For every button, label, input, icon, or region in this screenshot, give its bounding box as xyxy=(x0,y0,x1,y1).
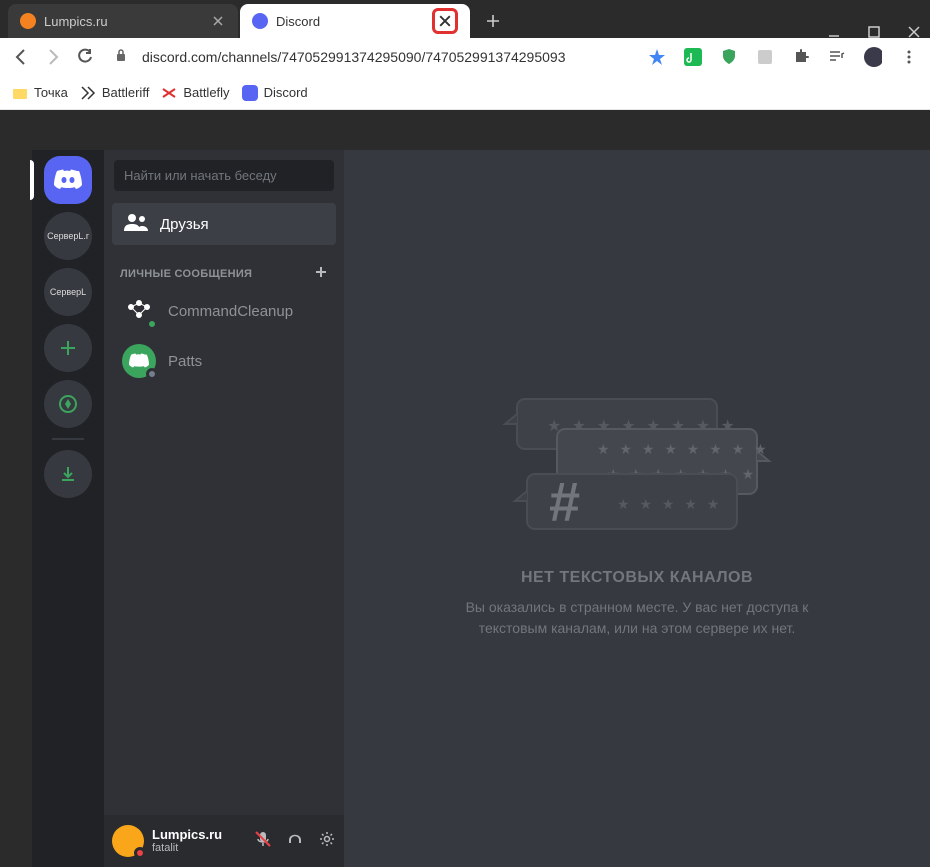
shield-extension-icon[interactable] xyxy=(720,48,738,66)
bookmark-label: Battlefly xyxy=(183,85,229,100)
divider xyxy=(52,438,84,440)
status-indicator xyxy=(146,368,158,380)
bookmark-battlefly[interactable]: Battlefly xyxy=(161,85,229,101)
reload-icon[interactable] xyxy=(76,48,94,66)
tab-favicon xyxy=(20,13,36,29)
deafen-icon[interactable] xyxy=(286,830,304,853)
bookmark-label: Battleriff xyxy=(102,85,149,100)
lock-icon[interactable] xyxy=(114,48,128,67)
tab-favicon xyxy=(252,13,268,29)
avatar xyxy=(122,294,156,328)
dm-name: Patts xyxy=(168,353,202,370)
search-input[interactable]: Найти или начать беседу xyxy=(114,160,334,191)
folder-icon xyxy=(12,85,28,101)
user-info[interactable]: Lumpics.ru fatalit xyxy=(152,827,222,856)
svg-text:#: # xyxy=(549,470,580,533)
favicon-icon xyxy=(161,85,177,101)
empty-illustration: ★ ★ ★ ★ ★ ★ ★ ★ ★ ★ ★ ★ ★ ★ ★ ★ ★ ★ ★ ★ … xyxy=(497,379,777,539)
avatar xyxy=(122,344,156,378)
add-server-button[interactable] xyxy=(44,324,92,372)
extension-icon[interactable] xyxy=(756,48,774,66)
svg-text:★ ★ ★ ★ ★: ★ ★ ★ ★ ★ xyxy=(617,496,722,512)
back-icon[interactable] xyxy=(12,48,30,66)
bookmark-label: Точка xyxy=(34,85,68,100)
window-controls xyxy=(828,26,930,38)
star-icon[interactable] xyxy=(648,48,666,66)
empty-title: НЕТ ТЕКСТОВЫХ КАНАЛОВ xyxy=(521,569,753,587)
user-tag: fatalit xyxy=(152,842,222,855)
user-avatar[interactable] xyxy=(112,825,144,857)
tabs-row: Lumpics.ru Discord xyxy=(0,0,930,38)
address-bar: discord.com/channels/747052991374295090/… xyxy=(0,38,930,76)
tab-lumpics[interactable]: Lumpics.ru xyxy=(8,4,238,38)
music-extension-icon[interactable] xyxy=(684,48,702,66)
bookmark-discord[interactable]: Discord xyxy=(242,85,308,101)
tab-discord[interactable]: Discord xyxy=(240,4,470,38)
user-panel: Lumpics.ru fatalit xyxy=(104,815,344,867)
section-label: ЛИЧНЫЕ СООБЩЕНИЯ xyxy=(120,268,252,280)
friends-button[interactable]: Друзья xyxy=(112,203,336,245)
close-icon[interactable] xyxy=(432,8,458,34)
menu-icon[interactable] xyxy=(900,48,918,66)
favicon-icon xyxy=(80,85,96,101)
status-indicator xyxy=(146,318,158,330)
maximize-icon[interactable] xyxy=(868,26,880,38)
user-controls xyxy=(254,830,336,853)
settings-icon[interactable] xyxy=(318,830,336,853)
download-button[interactable] xyxy=(44,450,92,498)
bookmark-tochka[interactable]: Точка xyxy=(12,85,68,101)
dm-item[interactable]: CommandCleanup xyxy=(112,288,336,334)
server-item[interactable]: СерверL.r xyxy=(44,212,92,260)
bookmark-label: Discord xyxy=(264,85,308,100)
friends-label: Друзья xyxy=(160,216,209,233)
server-item[interactable]: СерверL xyxy=(44,268,92,316)
explore-button[interactable] xyxy=(44,380,92,428)
tab-title: Discord xyxy=(276,14,432,29)
friends-icon xyxy=(124,213,148,235)
dm-column: Найти или начать беседу Друзья ЛИЧНЫЕ СО… xyxy=(104,150,344,867)
main-content: ★ ★ ★ ★ ★ ★ ★ ★ ★ ★ ★ ★ ★ ★ ★ ★ ★ ★ ★ ★ … xyxy=(344,150,930,867)
home-button[interactable] xyxy=(44,156,92,204)
create-dm-button[interactable] xyxy=(314,265,328,282)
profile-avatar-icon[interactable] xyxy=(864,48,882,66)
minimize-icon[interactable] xyxy=(828,26,840,38)
discord-app: СерверL.r СерверL Найти или начать бесед… xyxy=(32,150,930,867)
bookmarks-bar: Точка Battleriff Battlefly Discord xyxy=(0,76,930,110)
window-close-icon[interactable] xyxy=(908,26,920,38)
dm-item[interactable]: Patts xyxy=(112,338,336,384)
url-field[interactable]: discord.com/channels/747052991374295090/… xyxy=(142,49,630,65)
close-icon[interactable] xyxy=(210,13,226,29)
playlist-icon[interactable] xyxy=(828,48,846,66)
tab-title: Lumpics.ru xyxy=(44,14,210,29)
svg-text:★ ★ ★ ★ ★ ★ ★ ★: ★ ★ ★ ★ ★ ★ ★ ★ xyxy=(597,441,770,457)
empty-description: Вы оказались в странном месте. У вас нет… xyxy=(437,597,837,639)
puzzle-extension-icon[interactable] xyxy=(792,48,810,66)
user-name: Lumpics.ru xyxy=(152,827,222,843)
favicon-icon xyxy=(242,85,258,101)
dm-section-header: ЛИЧНЫЕ СООБЩЕНИЯ xyxy=(104,253,344,286)
forward-icon[interactable] xyxy=(44,48,62,66)
bookmark-battleriff[interactable]: Battleriff xyxy=(80,85,149,101)
dm-name: CommandCleanup xyxy=(168,303,293,320)
server-column: СерверL.r СерверL xyxy=(32,150,104,867)
mute-icon[interactable] xyxy=(254,830,272,853)
new-tab-button[interactable] xyxy=(478,6,508,36)
status-indicator xyxy=(134,847,146,859)
